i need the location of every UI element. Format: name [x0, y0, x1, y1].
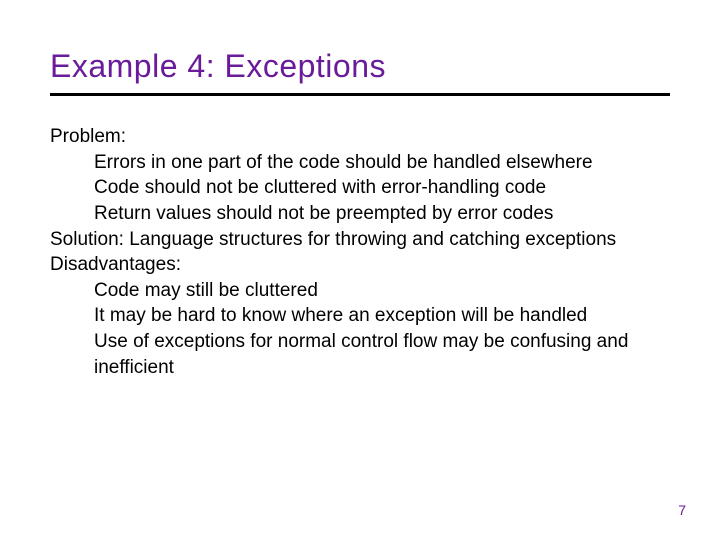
disadvantages-item: It may be hard to know where an exceptio… — [94, 303, 670, 329]
slide-body: Problem: Errors in one part of the code … — [50, 124, 670, 380]
problem-item: Code should not be cluttered with error-… — [94, 175, 670, 201]
problem-item: Return values should not be preempted by… — [94, 201, 670, 227]
page-number: 7 — [678, 502, 686, 518]
title-underline — [50, 93, 670, 96]
slide: Example 4: Exceptions Problem: Errors in… — [0, 0, 720, 540]
solution-line: Solution: Language structures for throwi… — [50, 227, 670, 253]
problem-label: Problem: — [50, 124, 670, 150]
disadvantages-label: Disadvantages: — [50, 252, 670, 278]
slide-title: Example 4: Exceptions — [50, 48, 670, 85]
disadvantages-item: Code may still be cluttered — [94, 278, 670, 304]
problem-item: Errors in one part of the code should be… — [94, 150, 670, 176]
disadvantages-item: Use of exceptions for normal control flo… — [94, 329, 670, 380]
